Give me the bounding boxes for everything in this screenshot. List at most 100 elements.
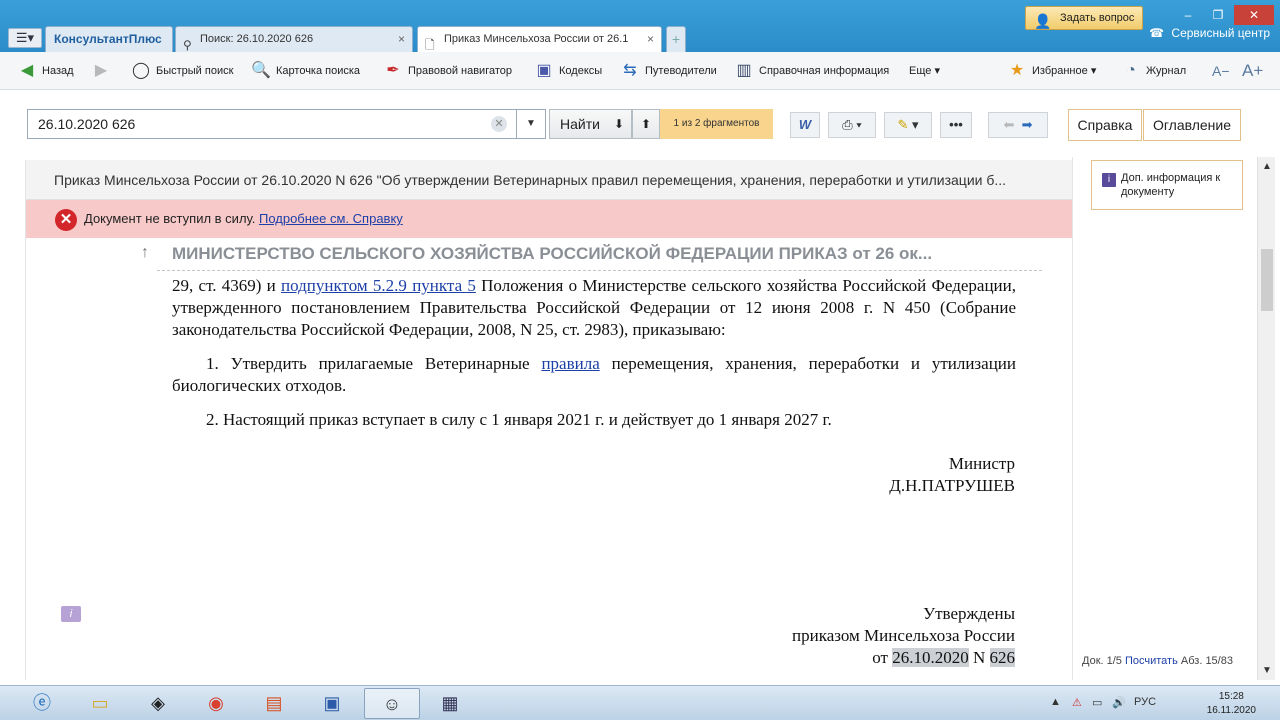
note-icon[interactable]: i (61, 606, 81, 622)
legal-navigator-button[interactable]: ✒ Правовой навигатор (382, 60, 512, 82)
date-highlight: 2020 (934, 648, 969, 667)
remote-desktop-icon[interactable]: ▦ (422, 688, 478, 719)
presentation-icon[interactable]: ▤ (246, 688, 302, 719)
taskbar: ⓔ ▭ ◈ ◉ ▤ ▣ ☺ ▦ ▲ ⚠ ▭ 🔊 РУС 15:28 16.11.… (0, 685, 1280, 720)
display-icon[interactable]: ▭ (1092, 696, 1102, 709)
brand-tab[interactable]: КонсультантПлюс (45, 26, 173, 52)
tab-document[interactable]: 🗋 Приказ Минсельхоза России от 26.1 × (417, 26, 662, 52)
info-icon: i (1102, 173, 1116, 187)
chevron-down-icon: ▾ (934, 65, 940, 77)
find-previous-button[interactable]: ⬆ (632, 109, 660, 139)
document-icon: 🗋 (425, 38, 435, 52)
font-decrease-button[interactable]: A− (1212, 60, 1230, 82)
para-text: 1. Утвердить прилагаемые Ветеринарные (206, 354, 542, 373)
language-indicator[interactable]: РУС (1134, 696, 1156, 708)
favorites-button[interactable]: ★ Избранное ▾ (1006, 60, 1097, 82)
close-tab-icon[interactable]: × (398, 27, 405, 52)
help-button[interactable]: Справка (1068, 109, 1142, 141)
minimize-button[interactable]: – (1174, 5, 1202, 25)
journal-button[interactable]: ◔ Журнал (1120, 60, 1186, 82)
search-input[interactable]: 26.10.2020 626 (27, 109, 517, 139)
number-highlight: 626 (989, 648, 1015, 667)
network-icon[interactable]: ⚠ (1072, 696, 1082, 709)
print-button[interactable]: ⎙ ▾ (828, 112, 876, 138)
chevron-down-icon: ▾ (856, 117, 862, 132)
ask-question-button[interactable]: 👤 Задать вопрос (1025, 6, 1143, 30)
service-center-link[interactable]: ☎ Сервисный центр (1149, 26, 1270, 40)
system-tray: ▲ ⚠ ▭ 🔊 РУС 15:28 16.11.2020 (1040, 686, 1280, 720)
find-button[interactable]: Найти ⬇ (549, 109, 632, 139)
status-text: Документ не вступил в силу. (84, 211, 256, 226)
maximize-button[interactable]: ❐ (1204, 5, 1232, 25)
document-view: Приказ Минсельхоза России от 26.10.2020 … (25, 160, 1073, 680)
search-card-label: Карточка поиска (276, 65, 361, 77)
reference-info-button[interactable]: ▥ Справочная информация (733, 60, 889, 82)
highlight-button[interactable]: ✎ ▾ (884, 112, 932, 138)
search-icon: ◯ (132, 62, 150, 79)
right-panel: i Доп. информация к документу Док. 1/5 П… (1072, 157, 1257, 680)
search-icon: ⚲ (183, 38, 192, 52)
arrow-right-icon[interactable]: ➡ (1022, 117, 1033, 132)
new-tab-button[interactable]: + (666, 26, 686, 52)
guides-button[interactable]: ⇆ Путеводители (619, 60, 717, 82)
computer-icon[interactable]: ▣ (304, 688, 360, 719)
sticky-heading: МИНИСТЕРСТВО СЕЛЬСКОГО ХОЗЯЙСТВА РОССИЙС… (172, 244, 933, 263)
volume-icon[interactable]: 🔊 (1112, 696, 1126, 709)
arrow-left-icon[interactable]: ⬅ (1003, 117, 1014, 132)
tray-expand-icon[interactable]: ▲ (1050, 696, 1061, 708)
more-label: Еще (909, 65, 932, 77)
consultant-app-icon[interactable]: ☺ (364, 688, 420, 719)
batman-app-icon[interactable]: ◈ (130, 688, 186, 719)
search-card-button[interactable]: 🔍 Карточка поиска (250, 60, 360, 82)
quick-search-button[interactable]: ◯ Быстрый поиск (130, 60, 233, 82)
approved-date: от 26.10.2020 N 626 (872, 647, 1015, 669)
reference-info-label: Справочная информация (759, 65, 890, 77)
approved-from: от (872, 648, 888, 667)
extra-info-label: Доп. информация к документу (1121, 172, 1221, 198)
guides-icon: ⇆ (623, 62, 637, 79)
rules-link[interactable]: правила (541, 354, 599, 373)
folder-icon[interactable]: ▭ (72, 688, 128, 719)
close-tab-icon[interactable]: × (647, 27, 654, 52)
document-position: Док. 1/5 Посчитать Абз. 15/83 (1082, 655, 1233, 667)
close-window-button[interactable]: ✕ (1234, 5, 1274, 25)
navigator-icon: ✒ (386, 62, 400, 79)
export-word-button[interactable]: W (790, 112, 820, 138)
scroll-thumb[interactable] (1261, 249, 1273, 311)
status-help-link[interactable]: Подробнее см. Справку (259, 211, 403, 226)
heading-divider (157, 270, 1042, 271)
arrow-up-icon[interactable]: ↑ (141, 244, 149, 262)
toc-button[interactable]: Оглавление (1143, 109, 1241, 141)
tab-search[interactable]: ⚲ Поиск: 26.10.2020 626 × (175, 26, 413, 52)
forward-button[interactable]: ▶ (90, 60, 116, 82)
forward-arrow-icon: ▶ (94, 62, 108, 79)
history-nav[interactable]: ⬅ ➡ (988, 112, 1048, 138)
vertical-scrollbar[interactable]: ▲ ▼ (1257, 157, 1275, 680)
tab-document-label: Приказ Минсельхоза России от 26.1 (444, 33, 629, 45)
paragraph-index: Абз. 15/83 (1180, 655, 1233, 667)
clock[interactable]: 15:28 16.11.2020 (1207, 690, 1256, 718)
search-card-icon: 🔍 (251, 62, 271, 79)
para-text: 29, ст. 4369) и (172, 276, 282, 295)
doc-index: Док. 1/5 (1082, 655, 1122, 667)
extra-info-button[interactable]: i Доп. информация к документу (1091, 160, 1243, 210)
search-history-dropdown[interactable]: ▼ (517, 109, 546, 139)
document-title: Приказ Минсельхоза России от 26.10.2020 … (26, 160, 1073, 200)
scroll-up-icon[interactable]: ▲ (1258, 161, 1276, 172)
subpoint-link[interactable]: подпунктом 5.2.9 пункта 5 (281, 276, 476, 295)
main-menu-button[interactable]: ☰▾ (8, 28, 42, 48)
find-next-icon: ⬇ (613, 117, 624, 131)
chrome-icon[interactable]: ◉ (188, 688, 244, 719)
more-menu[interactable]: Еще ▾ (909, 60, 940, 82)
search-row: 26.10.2020 626 ✕ ▼ Найти ⬇ ⬆ 1 из 2 фраг… (0, 91, 1280, 157)
codes-icon: ▣ (536, 62, 552, 79)
more-actions-button[interactable]: ••• (940, 112, 972, 138)
ie-icon[interactable]: ⓔ (14, 688, 70, 719)
find-label: Найти (560, 116, 600, 132)
font-increase-button[interactable]: A+ (1242, 60, 1263, 82)
clear-search-icon[interactable]: ✕ (491, 116, 507, 132)
back-button[interactable]: ◀ Назад (16, 60, 74, 82)
codes-button[interactable]: ▣ Кодексы (533, 60, 602, 82)
count-link[interactable]: Посчитать (1125, 655, 1178, 667)
scroll-down-icon[interactable]: ▼ (1258, 665, 1276, 676)
